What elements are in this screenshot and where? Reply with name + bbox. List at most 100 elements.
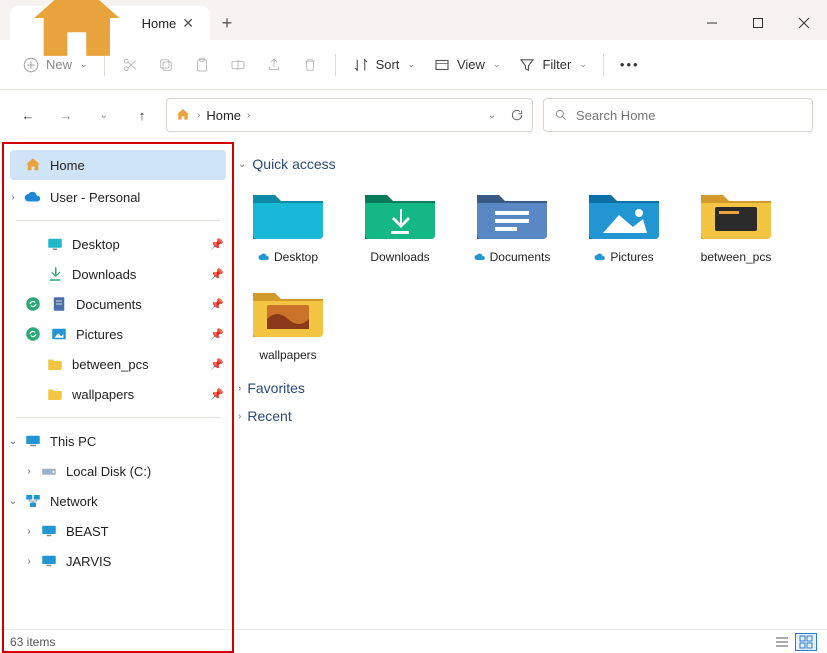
chevron-right-icon: › xyxy=(238,383,241,394)
folder-documents[interactable]: Documents xyxy=(462,184,562,264)
filter-button[interactable]: Filter ⌄ xyxy=(510,49,594,81)
folder-pictures[interactable]: Pictures xyxy=(574,184,674,264)
sidebar-item-home[interactable]: Home xyxy=(10,150,226,180)
pin-icon[interactable]: 📌 xyxy=(210,238,224,251)
close-window-button[interactable] xyxy=(781,6,827,40)
cloud-icon xyxy=(24,188,42,206)
sidebar-item-onedrive[interactable]: › User - Personal xyxy=(4,182,232,212)
pin-icon[interactable]: 📌 xyxy=(210,388,224,401)
chevron-right-icon: › xyxy=(238,411,241,422)
recent-locations-button[interactable]: ⌄ xyxy=(90,101,118,129)
tab-label: Home xyxy=(142,16,177,31)
sidebar-item-local-disk[interactable]: › Local Disk (C:) xyxy=(4,456,232,486)
sidebar-highlight: Home › User - Personal Desktop 📌 Downloa… xyxy=(2,142,234,653)
download-icon xyxy=(46,265,64,283)
search-icon xyxy=(554,108,568,122)
sidebar-item-pictures[interactable]: Pictures 📌 xyxy=(4,319,232,349)
sidebar-item-network-pc[interactable]: › JARVIS xyxy=(4,546,232,576)
refresh-icon[interactable] xyxy=(510,108,524,122)
drive-icon xyxy=(40,462,58,480)
section-recent[interactable]: › Recent xyxy=(238,408,819,424)
sidebar-item-between-pcs[interactable]: between_pcs 📌 xyxy=(4,349,232,379)
pin-icon[interactable]: 📌 xyxy=(210,268,224,281)
desktop-icon xyxy=(46,235,64,253)
rename-button[interactable] xyxy=(221,49,255,81)
sidebar-item-network-pc[interactable]: › BEAST xyxy=(4,516,232,546)
quick-access-grid: Desktop Downloads Documents Pictures bet… xyxy=(238,184,819,362)
network-icon xyxy=(24,492,42,510)
item-label: Pictures xyxy=(610,250,653,264)
sort-label: Sort xyxy=(376,57,400,72)
copy-button[interactable] xyxy=(149,49,183,81)
back-button[interactable]: ← xyxy=(14,101,42,129)
section-quick-access[interactable]: ⌄ Quick access xyxy=(238,156,819,172)
details-view-button[interactable] xyxy=(771,633,793,651)
paste-button[interactable] xyxy=(185,49,219,81)
view-icon xyxy=(433,56,451,74)
folder-thumbnail-icon xyxy=(697,185,775,243)
chevron-down-icon[interactable]: ⌄ xyxy=(6,436,20,447)
separator xyxy=(603,54,604,76)
sidebar-item-label: between_pcs xyxy=(72,357,149,372)
tab-close-icon[interactable]: ✕ xyxy=(176,13,200,34)
chevron-down-icon: ⌄ xyxy=(238,159,246,170)
chevron-right-icon[interactable]: › xyxy=(22,526,36,537)
pin-icon[interactable]: 📌 xyxy=(210,358,224,371)
sidebar-item-this-pc[interactable]: ⌄ This PC xyxy=(4,426,232,456)
thumbnails-view-button[interactable] xyxy=(795,633,817,651)
chevron-right-icon[interactable]: › xyxy=(22,466,36,477)
breadcrumb[interactable]: Home xyxy=(206,108,241,123)
folder-downloads[interactable]: Downloads xyxy=(350,184,450,264)
new-tab-button[interactable]: + xyxy=(210,6,244,40)
separator xyxy=(16,417,220,418)
sidebar-item-label: User - Personal xyxy=(50,190,140,205)
monitor-icon xyxy=(40,522,58,540)
minimize-button[interactable] xyxy=(689,6,735,40)
item-label: Documents xyxy=(490,250,551,264)
folder-icon xyxy=(46,355,64,373)
sidebar-item-desktop[interactable]: Desktop 📌 xyxy=(4,229,232,259)
delete-button[interactable] xyxy=(293,49,327,81)
chevron-right-icon[interactable]: › xyxy=(22,556,36,567)
item-label: wallpapers xyxy=(259,348,316,362)
maximize-button[interactable] xyxy=(735,6,781,40)
folder-thumbnail-icon xyxy=(249,283,327,341)
share-button[interactable] xyxy=(257,49,291,81)
trash-icon xyxy=(301,56,319,74)
sync-icon xyxy=(24,325,42,343)
pin-icon[interactable]: 📌 xyxy=(210,298,224,311)
search-bar[interactable] xyxy=(543,98,813,132)
sidebar-item-downloads[interactable]: Downloads 📌 xyxy=(4,259,232,289)
content-area: ⌄ Quick access Desktop Downloads Documen… xyxy=(234,140,827,629)
sidebar-item-documents[interactable]: Documents 📌 xyxy=(4,289,232,319)
tab-home[interactable]: Home ✕ xyxy=(10,6,210,40)
section-favorites[interactable]: › Favorites xyxy=(238,380,819,396)
chevron-right-icon[interactable]: › xyxy=(6,192,20,203)
cloud-icon xyxy=(594,251,606,263)
search-input[interactable] xyxy=(576,108,802,123)
paste-icon xyxy=(193,56,211,74)
up-button[interactable]: ↑ xyxy=(128,101,156,129)
forward-button[interactable]: → xyxy=(52,101,80,129)
ellipsis-icon: ••• xyxy=(620,57,640,72)
item-label: Desktop xyxy=(274,250,318,264)
folder-icon xyxy=(46,385,64,403)
sort-button[interactable]: Sort ⌄ xyxy=(344,49,423,81)
more-button[interactable]: ••• xyxy=(612,49,648,81)
sync-icon xyxy=(24,295,42,313)
item-label: between_pcs xyxy=(701,250,772,264)
pin-icon[interactable]: 📌 xyxy=(210,328,224,341)
chevron-right-icon: › xyxy=(247,110,250,121)
sidebar-item-wallpapers[interactable]: wallpapers 📌 xyxy=(4,379,232,409)
chevron-down-icon[interactable]: ⌄ xyxy=(488,110,496,121)
folder-wallpapers[interactable]: wallpapers xyxy=(238,282,338,362)
home-icon xyxy=(24,156,42,174)
item-label: Downloads xyxy=(370,250,429,264)
sidebar-item-label: JARVIS xyxy=(66,554,111,569)
sidebar-item-network[interactable]: ⌄ Network xyxy=(4,486,232,516)
address-bar[interactable]: › Home › ⌄ xyxy=(166,98,533,132)
chevron-down-icon[interactable]: ⌄ xyxy=(6,496,20,507)
view-button[interactable]: View ⌄ xyxy=(425,49,509,81)
folder-desktop[interactable]: Desktop xyxy=(238,184,338,264)
folder-between-pcs[interactable]: between_pcs xyxy=(686,184,786,264)
